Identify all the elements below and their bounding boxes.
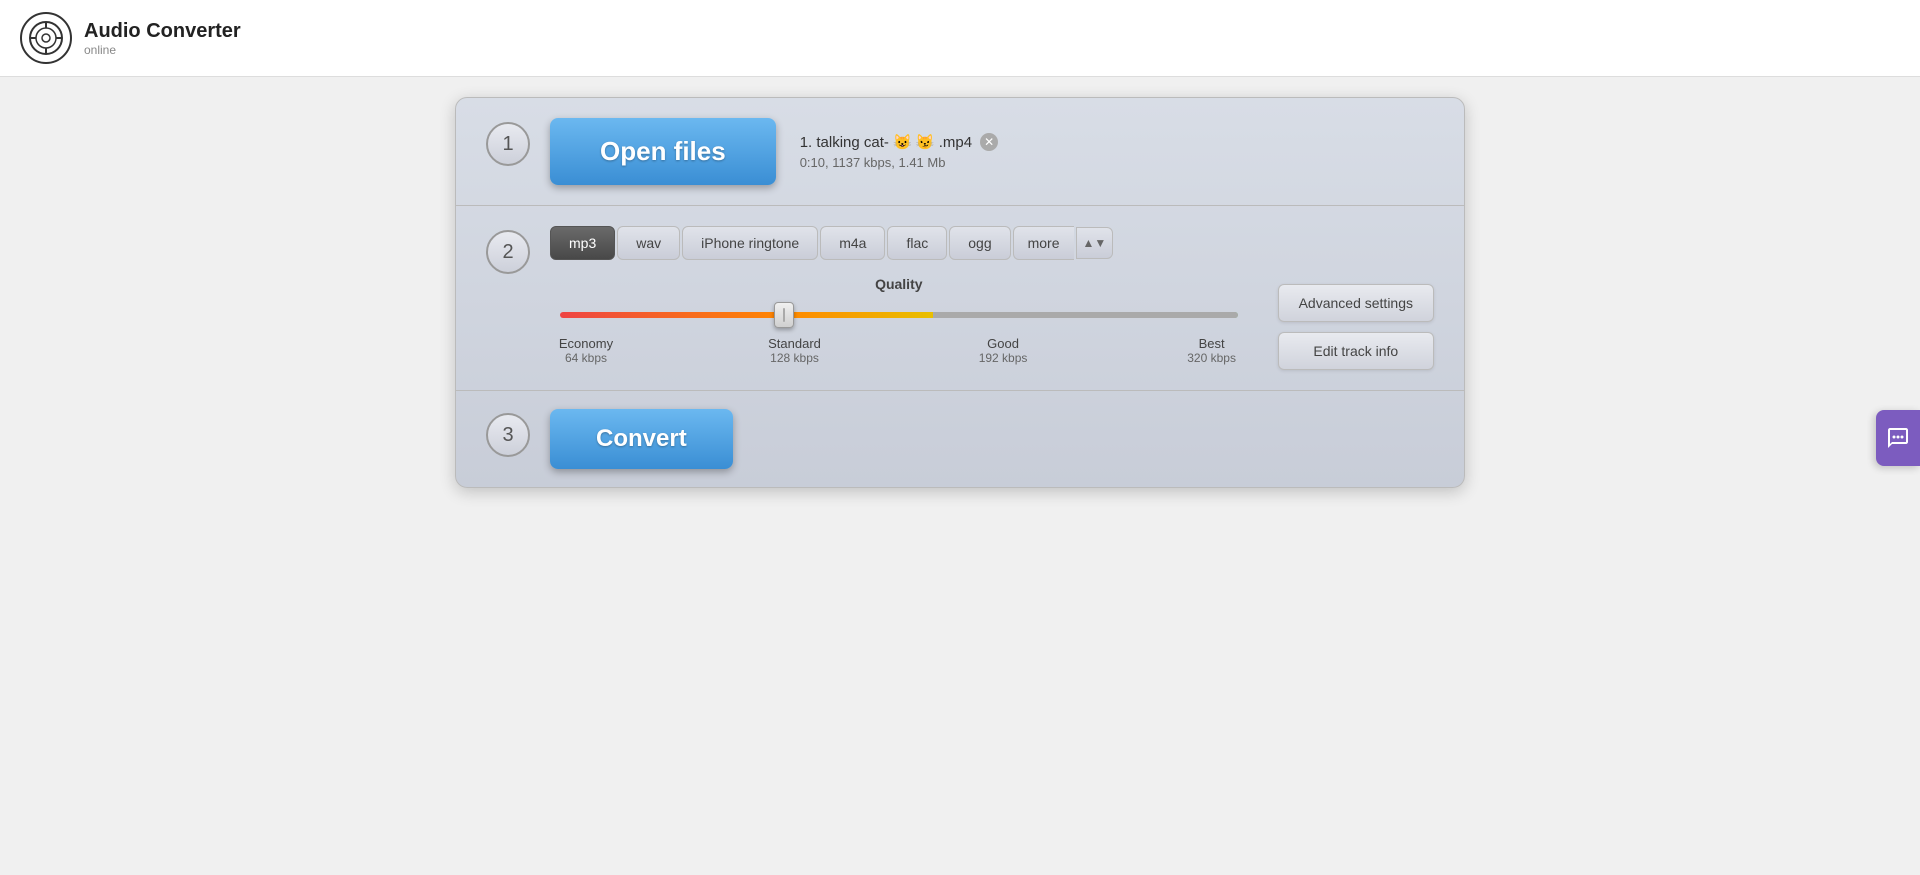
- feedback-button[interactable]: [1876, 410, 1920, 466]
- step1-number: 1: [486, 122, 530, 166]
- quality-markers: Economy 64 kbps Standard 128 kbps Good 1…: [550, 336, 1248, 365]
- quality-label: Quality: [550, 276, 1248, 292]
- app-subtitle: online: [84, 43, 241, 57]
- step3-section: 3 Convert: [456, 391, 1464, 487]
- marker-good: Good 192 kbps: [973, 336, 1033, 365]
- app-title: Audio Converter: [84, 20, 241, 43]
- quality-row: Quality Economy 64 kbps: [550, 276, 1434, 370]
- file-info: 1. talking cat- 😺 😼 .mp4 ✕ 0:10, 1137 kb…: [800, 133, 998, 170]
- feedback-icon: [1886, 426, 1910, 450]
- file-name-text: 1. talking cat- 😺 😼 .mp4: [800, 133, 972, 151]
- convert-button[interactable]: Convert: [550, 409, 733, 469]
- marker-economy-kbps: 64 kbps: [556, 351, 616, 365]
- slider-track: [560, 312, 1238, 318]
- step3-number: 3: [486, 413, 530, 457]
- marker-standard-name: Standard: [765, 336, 825, 351]
- step2-section: 2 mp3 wav iPhone ringtone m4a flac ogg m…: [456, 206, 1464, 391]
- tab-ogg[interactable]: ogg: [949, 226, 1010, 260]
- tab-m4a[interactable]: m4a: [820, 226, 885, 260]
- step2-number: 2: [486, 230, 530, 274]
- open-files-button[interactable]: Open files: [550, 118, 776, 185]
- quality-slider-thumb[interactable]: [774, 302, 794, 328]
- tab-iphone-ringtone[interactable]: iPhone ringtone: [682, 226, 818, 260]
- tab-mp3[interactable]: mp3: [550, 226, 615, 260]
- format-tabs: mp3 wav iPhone ringtone m4a flac ogg mor…: [550, 226, 1113, 260]
- app-logo: [20, 12, 72, 64]
- slider-track-gray: [933, 312, 1238, 318]
- format-more-group: more ▲▼: [1013, 226, 1114, 260]
- file-name: 1. talking cat- 😺 😼 .mp4 ✕: [800, 133, 998, 151]
- step3-content: Convert: [550, 409, 1434, 469]
- marker-standard-kbps: 128 kbps: [765, 351, 825, 365]
- marker-best-kbps: 320 kbps: [1182, 351, 1242, 365]
- marker-best-name: Best: [1182, 336, 1242, 351]
- converter-container: 1 Open files 1. talking cat- 😺 😼 .mp4 ✕ …: [455, 97, 1465, 488]
- marker-economy: Economy 64 kbps: [556, 336, 616, 365]
- quality-slider-area: Quality Economy 64 kbps: [550, 276, 1248, 365]
- marker-good-kbps: 192 kbps: [973, 351, 1033, 365]
- remove-file-button[interactable]: ✕: [980, 133, 998, 151]
- file-meta: 0:10, 1137 kbps, 1.41 Mb: [800, 155, 998, 170]
- tab-wav[interactable]: wav: [617, 226, 680, 260]
- edit-track-info-button[interactable]: Edit track info: [1278, 332, 1434, 370]
- slider-wrapper: [550, 302, 1248, 328]
- step1-section: 1 Open files 1. talking cat- 😺 😼 .mp4 ✕ …: [456, 98, 1464, 206]
- main-content: 1 Open files 1. talking cat- 😺 😼 .mp4 ✕ …: [0, 77, 1920, 508]
- step1-content: Open files 1. talking cat- 😺 😼 .mp4 ✕ 0:…: [550, 118, 1434, 185]
- marker-economy-name: Economy: [556, 336, 616, 351]
- side-buttons: Advanced settings Edit track info: [1278, 276, 1434, 370]
- step2-content: mp3 wav iPhone ringtone m4a flac ogg mor…: [550, 226, 1434, 370]
- marker-best: Best 320 kbps: [1182, 336, 1242, 365]
- marker-standard: Standard 128 kbps: [765, 336, 825, 365]
- app-header: Audio Converter online: [0, 0, 1920, 77]
- tab-flac[interactable]: flac: [887, 226, 947, 260]
- marker-good-name: Good: [973, 336, 1033, 351]
- app-title-group: Audio Converter online: [84, 20, 241, 57]
- tab-more[interactable]: more: [1013, 226, 1074, 260]
- more-dropdown-arrow[interactable]: ▲▼: [1076, 227, 1114, 259]
- advanced-settings-button[interactable]: Advanced settings: [1278, 284, 1434, 322]
